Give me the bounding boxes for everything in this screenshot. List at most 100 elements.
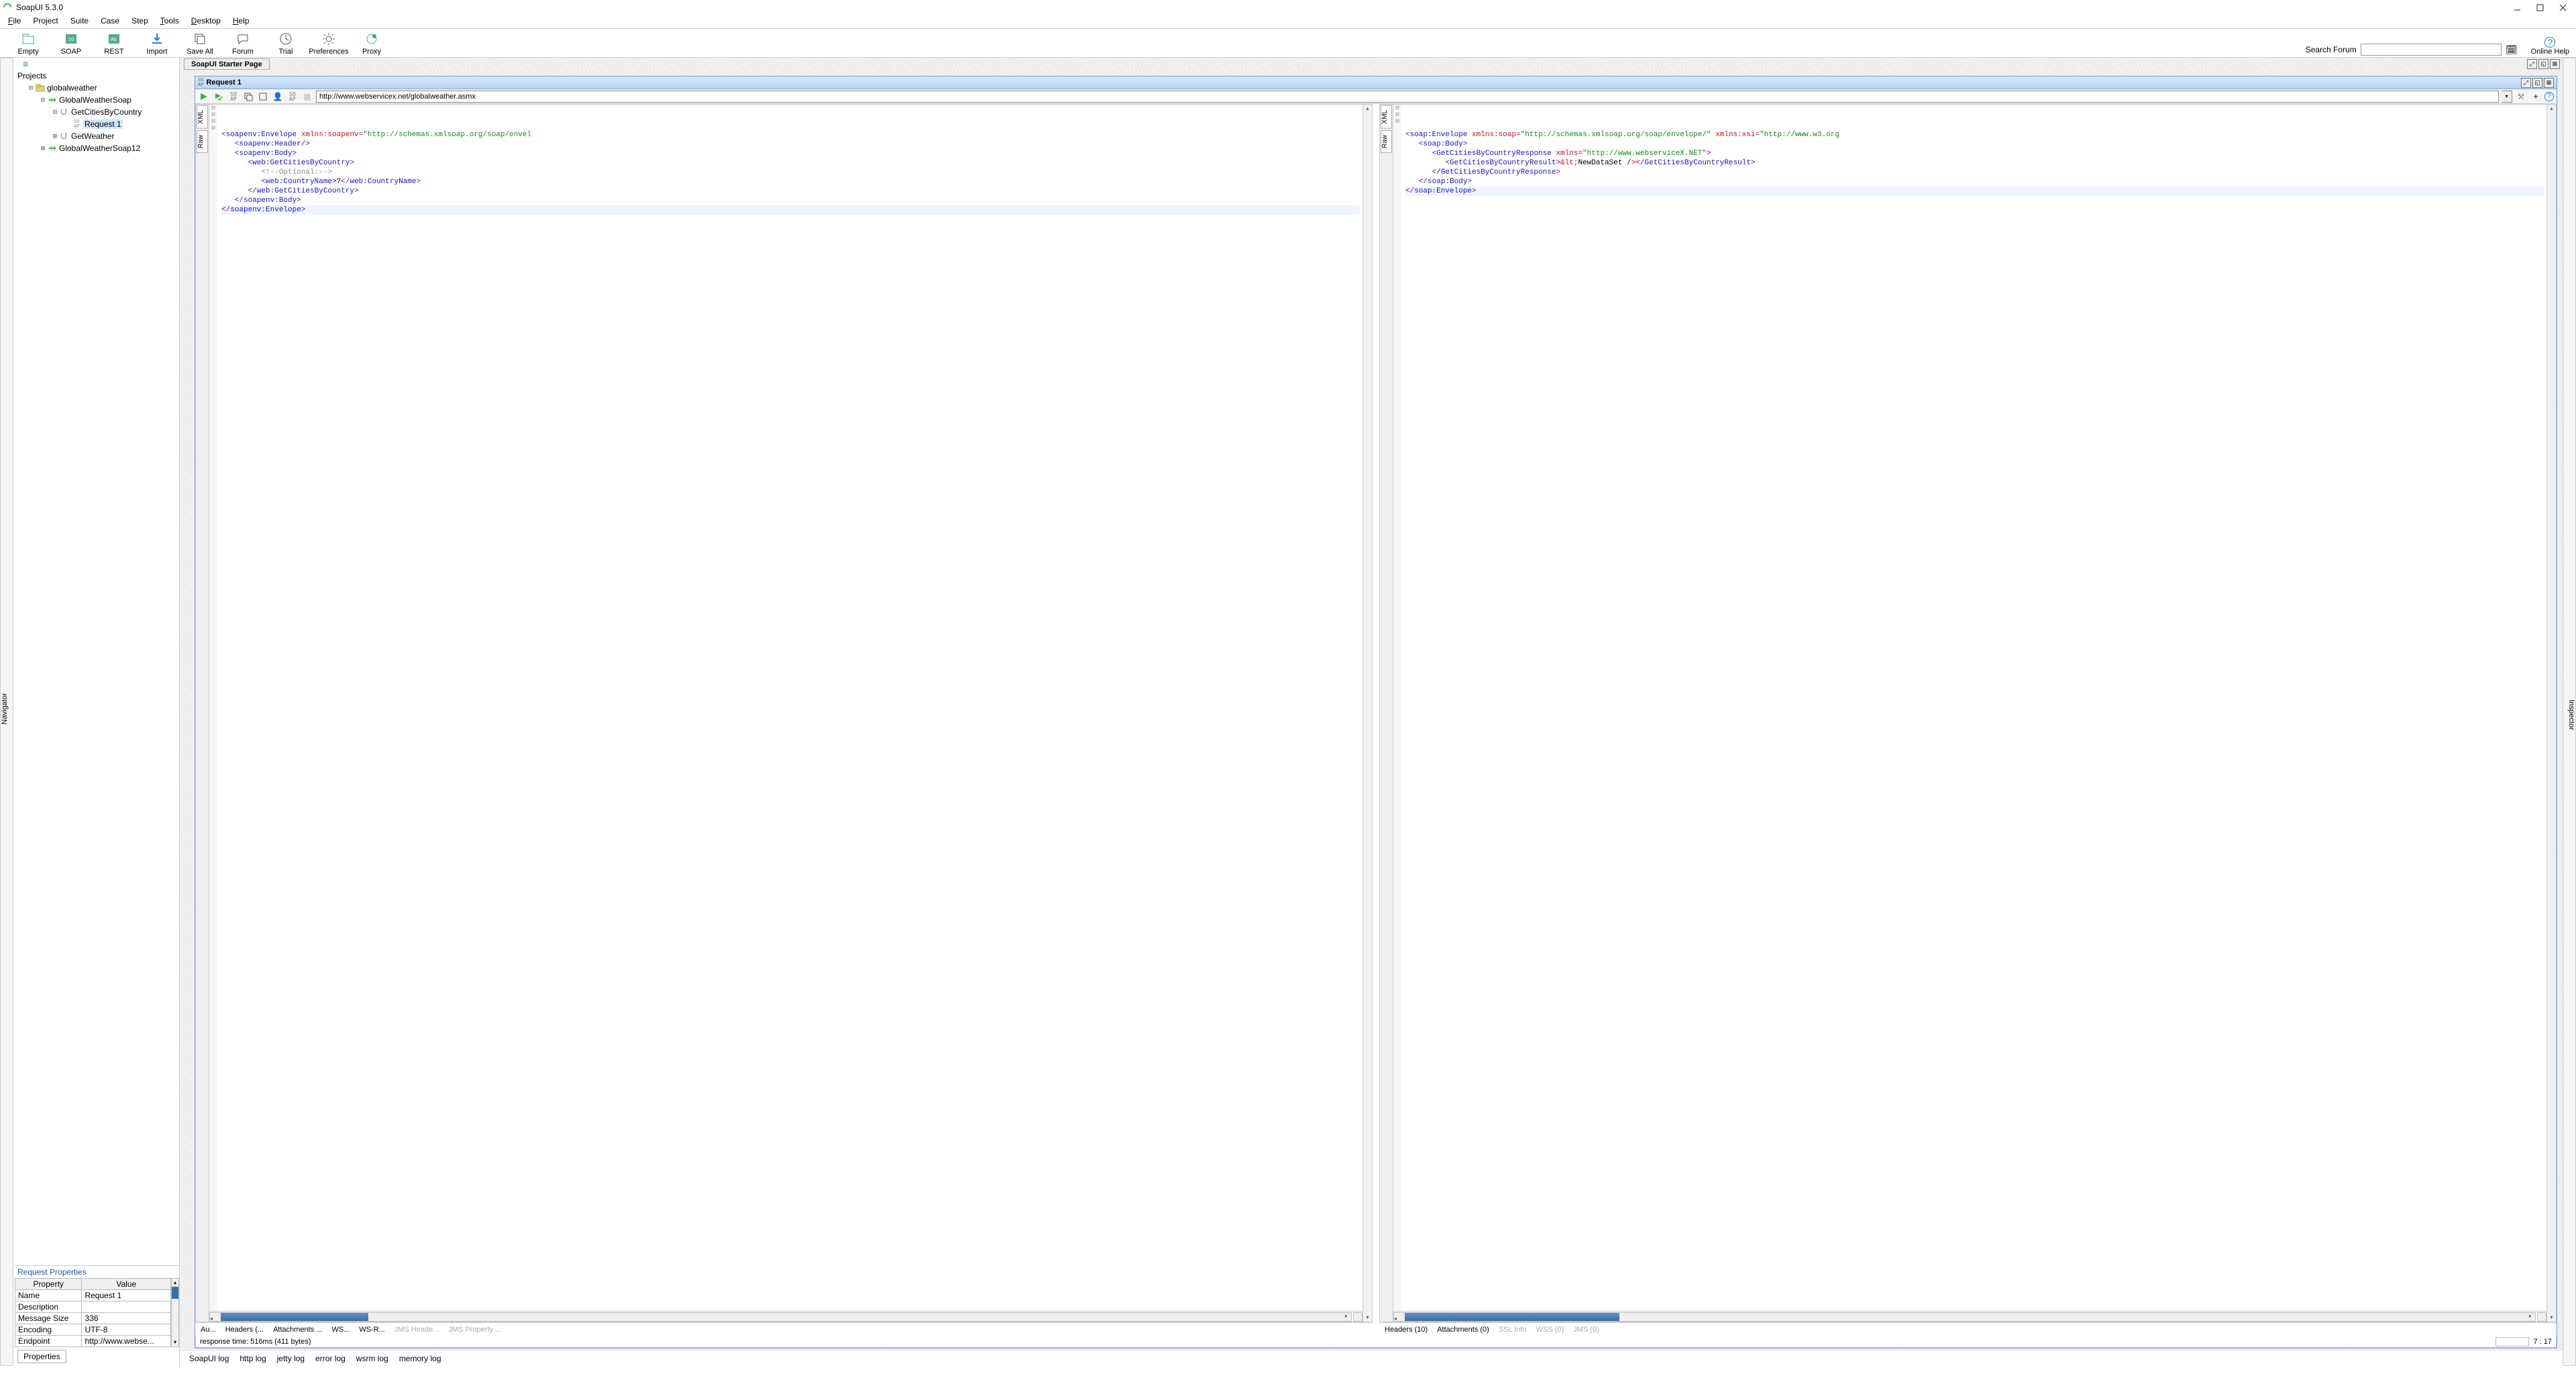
menu-case[interactable]: Case bbox=[101, 16, 119, 25]
toolbar-proxy-button[interactable]: Proxy bbox=[350, 32, 393, 56]
response-bottom-tabs[interactable]: Headers (10) Attachments (0) SSL Info WSS (… bbox=[1379, 1322, 2557, 1336]
minimize-button[interactable] bbox=[2513, 3, 2521, 11]
toolbar-saveall-button[interactable]: Save All bbox=[178, 32, 221, 56]
subwin-minimize-icon[interactable]: ⤢ bbox=[2521, 78, 2531, 88]
expander-icon[interactable]: ⊞ bbox=[51, 133, 59, 140]
subwin-close-icon[interactable]: ⊠ bbox=[2544, 78, 2554, 88]
tree-node[interactable]: ⊟GetCitiesByCountry bbox=[15, 106, 179, 118]
pane-tab[interactable]: Au... bbox=[201, 1326, 216, 1334]
toolbar-empty-button[interactable]: Empty bbox=[7, 32, 50, 56]
pane-tab[interactable]: Headers (10) bbox=[1385, 1326, 1428, 1334]
log-tab-jetty-log[interactable]: jetty log bbox=[277, 1354, 305, 1363]
footer-log-tabs[interactable]: SoapUI log http log jetty log error log wsrm… bbox=[180, 1351, 2563, 1366]
starter-page-tab[interactable]: SoapUI Starter Page bbox=[184, 58, 270, 70]
log-tab-error-log[interactable]: error log bbox=[315, 1354, 345, 1363]
project-tree[interactable]: ⊟globalweather⊟GlobalWeatherSoap⊟GetCiti… bbox=[15, 82, 179, 1265]
properties-table[interactable]: Property Value NameRequest 1DescriptionM… bbox=[15, 1278, 171, 1347]
clone-icon[interactable] bbox=[242, 91, 254, 103]
pane-tab[interactable]: WS... bbox=[331, 1326, 350, 1334]
property-row[interactable]: EncodingUTF-8 bbox=[15, 1324, 171, 1336]
response-resize-corner[interactable] bbox=[2537, 1312, 2546, 1322]
menu-tools[interactable]: Tools bbox=[160, 16, 179, 25]
pane-tab[interactable]: Attachments ... bbox=[273, 1326, 322, 1334]
toolbar-prefs-button[interactable]: Preferences bbox=[307, 32, 350, 56]
response-vscrollbar[interactable]: ▴▾ bbox=[2546, 105, 2556, 1322]
inspector-side-tab[interactable]: Inspector bbox=[2563, 58, 2576, 1366]
expander-icon[interactable]: ⊟ bbox=[39, 97, 47, 104]
help-small-icon[interactable]: ? bbox=[2544, 92, 2554, 101]
endpoint-dropdown[interactable]: ▾ bbox=[2502, 91, 2512, 103]
navigator-side-tab[interactable]: Navigator bbox=[0, 58, 13, 1366]
tools-icon[interactable]: ⚒ bbox=[2515, 91, 2527, 103]
response-hscrollbar[interactable]: ◂▸ bbox=[1393, 1312, 2536, 1322]
search-forum-input[interactable] bbox=[2361, 44, 2502, 56]
tree-node[interactable]: ⊟globalweather bbox=[15, 82, 179, 94]
expander-icon[interactable]: ⊟ bbox=[51, 109, 59, 116]
subwin-maximize-icon[interactable]: ◱ bbox=[2532, 78, 2542, 88]
toolbar-import-button[interactable]: Import bbox=[136, 32, 178, 56]
request-subwindow-titlebar[interactable]: SOAP Request 1 ⤢ ◱ ⊠ bbox=[195, 76, 2557, 89]
request-vscrollbar[interactable]: ▴▾ bbox=[1362, 105, 1372, 1322]
side-tab-raw[interactable]: Raw bbox=[1381, 130, 1392, 153]
pane-tab[interactable]: SSL Info bbox=[1499, 1326, 1527, 1334]
tree-node[interactable]: SOAPRequest 1 bbox=[15, 118, 179, 130]
menu-file[interactable]: File bbox=[8, 16, 21, 25]
toolbar-soap-button[interactable]: SOSOAP bbox=[50, 32, 93, 56]
pane-tab[interactable]: JMS Property ... bbox=[449, 1326, 502, 1334]
menu-step[interactable]: Step bbox=[131, 16, 148, 25]
starter-maximize-icon[interactable]: ◱ bbox=[2538, 59, 2548, 69]
request-hscrollbar[interactable]: ◂▸ bbox=[209, 1312, 1352, 1322]
response-xml-editor[interactable]: ⊟⊟⊟ <soap:Envelope xmlns:soap="http://sc… bbox=[1393, 105, 2546, 1311]
maximize-button[interactable] bbox=[2536, 3, 2544, 11]
pane-tab[interactable]: WSS (0) bbox=[1536, 1326, 1564, 1334]
toolbar-forum-button[interactable]: Forum bbox=[221, 32, 264, 56]
log-tab-SoapUI-log[interactable]: SoapUI log bbox=[189, 1354, 229, 1363]
tree-node[interactable]: ⊞GetWeather bbox=[15, 130, 179, 142]
soap-action2-icon[interactable]: SOAP bbox=[286, 91, 299, 103]
add-icon[interactable]: + bbox=[2530, 91, 2542, 103]
close-button[interactable] bbox=[2559, 3, 2567, 11]
log-tab-wsrm-log[interactable]: wsrm log bbox=[356, 1354, 388, 1363]
request-xml-editor[interactable]: ⊟⊟⊟⊟ <soapenv:Envelope xmlns:soapenv="ht… bbox=[209, 105, 1362, 1311]
property-row[interactable]: Endpointhttp://www.webse... bbox=[15, 1336, 171, 1347]
tree-node[interactable]: ⊟GlobalWeatherSoap bbox=[15, 94, 179, 106]
menu-help[interactable]: Help bbox=[233, 16, 250, 25]
side-tab-xml[interactable]: XML bbox=[1381, 105, 1392, 129]
toolbar-rest-button[interactable]: REREST bbox=[93, 32, 136, 56]
request-bottom-tabs[interactable]: Au... Headers (... Attachments ... WS... WS-… bbox=[195, 1322, 1373, 1336]
menu-desktop[interactable]: Desktop bbox=[191, 16, 221, 25]
run-validate-button[interactable] bbox=[213, 91, 225, 103]
request-resize-corner[interactable] bbox=[1353, 1312, 1362, 1322]
pane-tab[interactable]: Headers (... bbox=[225, 1326, 264, 1334]
soap-action-icon[interactable]: SOAP bbox=[227, 91, 239, 103]
menu-project[interactable]: Project bbox=[33, 16, 58, 25]
calendar-icon[interactable]: 🗓 bbox=[2506, 44, 2518, 56]
properties-tab[interactable]: Properties bbox=[17, 1350, 66, 1363]
tree-node[interactable]: ⊞GlobalWeatherSoap12 bbox=[15, 142, 179, 154]
starter-close-icon[interactable]: ⊠ bbox=[2550, 59, 2560, 69]
list-icon[interactable]: ≡ bbox=[23, 58, 28, 69]
pane-tab[interactable]: Attachments (0) bbox=[1437, 1326, 1489, 1334]
log-tab-memory-log[interactable]: memory log bbox=[399, 1354, 441, 1363]
pane-tab[interactable]: JMS Heade... bbox=[394, 1326, 439, 1334]
run-button[interactable] bbox=[198, 91, 210, 103]
person-icon[interactable]: 👤 bbox=[272, 91, 284, 103]
toolbar-trial-button[interactable]: Trial bbox=[264, 32, 307, 56]
endpoint-input[interactable] bbox=[316, 91, 2499, 103]
log-tab-http-log[interactable]: http log bbox=[239, 1354, 266, 1363]
pane-tab[interactable]: WS-R... bbox=[359, 1326, 385, 1334]
expander-icon[interactable]: ⊟ bbox=[27, 85, 35, 92]
properties-scrollbar[interactable]: ▴ ▾ bbox=[171, 1278, 179, 1347]
expander-icon[interactable]: ⊞ bbox=[39, 145, 47, 152]
property-row[interactable]: Message Size336 bbox=[15, 1313, 171, 1324]
menu-suite[interactable]: Suite bbox=[70, 16, 89, 25]
starter-minimize-icon[interactable]: ⤢ bbox=[2527, 59, 2537, 69]
property-row[interactable]: Description bbox=[15, 1301, 171, 1313]
side-tab-xml[interactable]: XML bbox=[197, 105, 208, 129]
stop-icon[interactable] bbox=[257, 91, 269, 103]
pane-tab[interactable]: JMS (0) bbox=[1573, 1326, 1599, 1334]
grid-icon[interactable]: ▦ bbox=[301, 91, 313, 103]
side-tab-raw[interactable]: Raw bbox=[197, 130, 208, 153]
property-row[interactable]: NameRequest 1 bbox=[15, 1290, 171, 1301]
online-help-button[interactable]: ? Online Help bbox=[2531, 37, 2569, 56]
